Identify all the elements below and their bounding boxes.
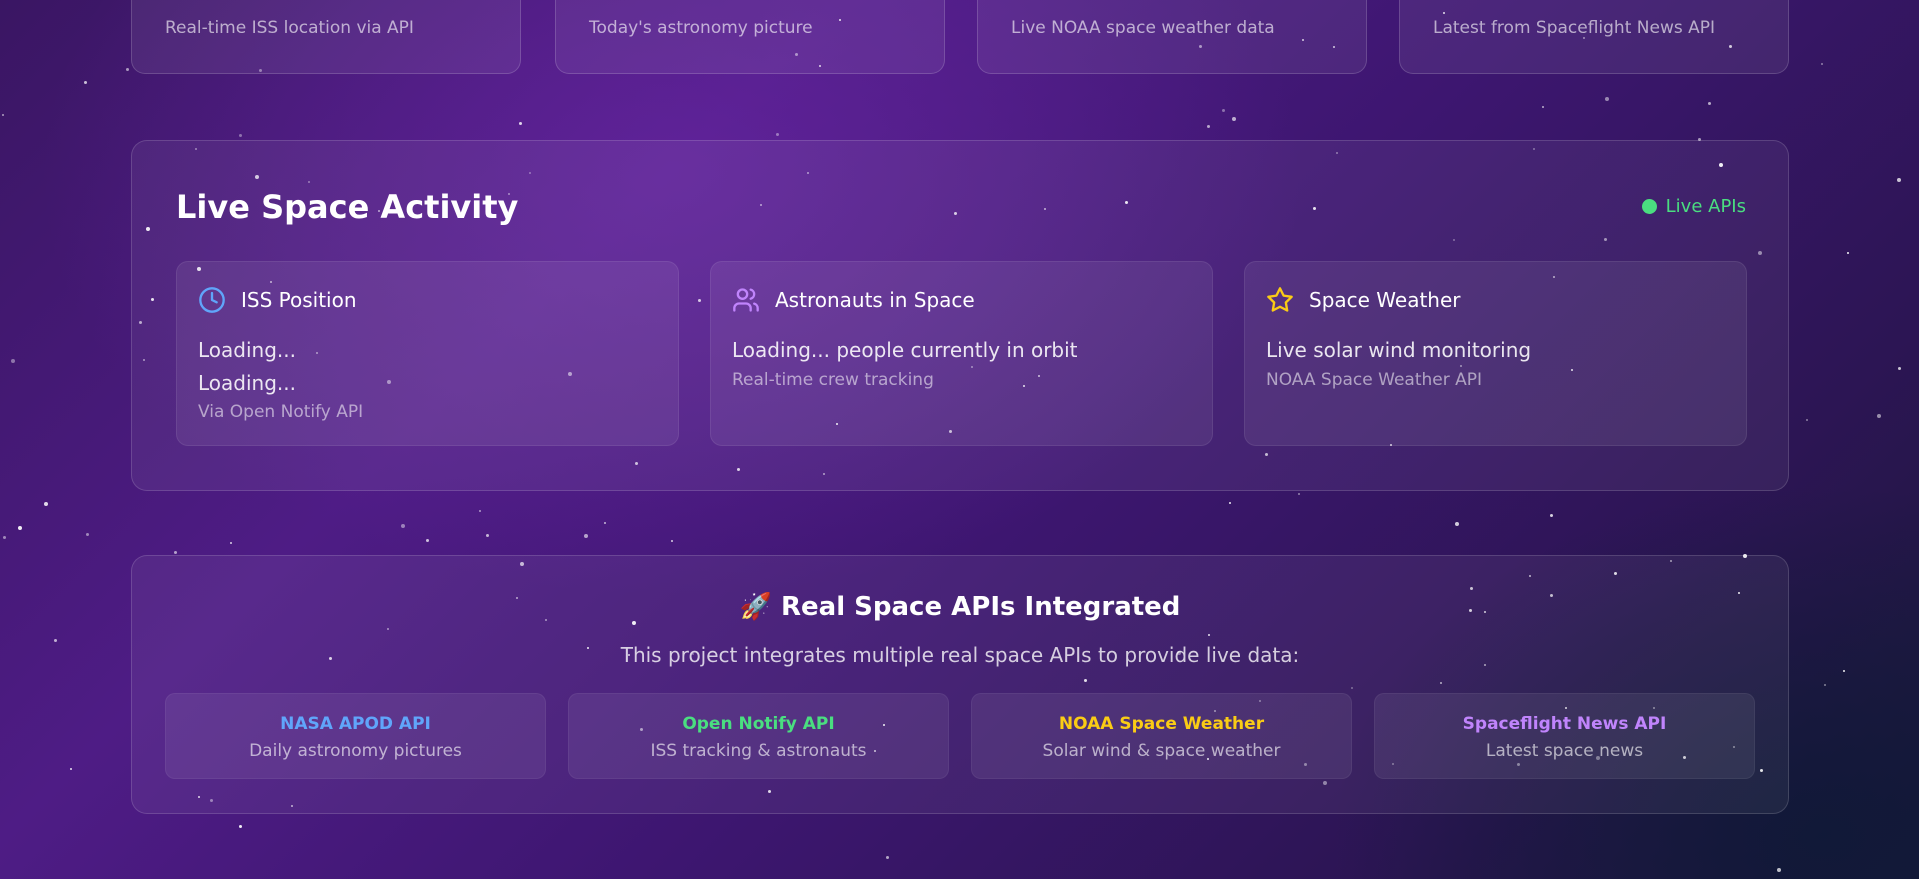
api-desc: ISS tracking & astronauts bbox=[650, 741, 867, 761]
api-desc: Daily astronomy pictures bbox=[249, 741, 462, 761]
star-dot bbox=[44, 502, 48, 506]
star-dot bbox=[1843, 670, 1845, 672]
feature-card-text: Today's astronomy picture bbox=[589, 18, 813, 38]
feature-card-apod[interactable]: Today's astronomy picture bbox=[555, 0, 945, 74]
star-dot bbox=[2, 114, 4, 116]
star-dot bbox=[1232, 117, 1236, 121]
star-dot bbox=[239, 825, 242, 828]
card-title: Astronauts in Space bbox=[775, 288, 975, 312]
api-card-spaceflight-news: Spaceflight News API Latest space news bbox=[1374, 693, 1755, 779]
api-name: NASA APOD API bbox=[280, 714, 431, 734]
star-dot bbox=[401, 524, 405, 528]
star-dot bbox=[1542, 106, 1544, 108]
star-dot bbox=[54, 639, 57, 642]
star-dot bbox=[1897, 178, 1901, 182]
star-dot bbox=[1298, 493, 1300, 495]
star-dot bbox=[126, 68, 129, 71]
feature-card-news[interactable]: Latest from Spaceflight News API bbox=[1399, 0, 1789, 74]
card-source: NOAA Space Weather API bbox=[1266, 370, 1483, 390]
feature-card-iss[interactable]: Real-time ISS location via API bbox=[131, 0, 521, 74]
star-dot bbox=[1222, 109, 1225, 112]
star-dot bbox=[18, 526, 22, 530]
live-apis-label: Live APIs bbox=[1665, 196, 1746, 217]
star-dot bbox=[1229, 502, 1231, 504]
star-dot bbox=[86, 533, 89, 536]
star-dot bbox=[584, 534, 588, 538]
star-dot bbox=[70, 768, 72, 770]
star-dot bbox=[230, 542, 232, 544]
apis-title: 🚀 Real Space APIs Integrated bbox=[132, 592, 1788, 622]
card-title: Space Weather bbox=[1309, 288, 1461, 312]
card-title: ISS Position bbox=[241, 288, 357, 312]
star-dot bbox=[886, 856, 889, 859]
apis-description: This project integrates multiple real sp… bbox=[620, 643, 1300, 667]
star-dot bbox=[426, 539, 429, 542]
api-card-nasa-apod: NASA APOD API Daily astronomy pictures bbox=[165, 693, 546, 779]
star-dot bbox=[11, 359, 15, 363]
star-dot bbox=[174, 551, 177, 554]
feature-card-text: Real-time ISS location via API bbox=[165, 18, 414, 38]
star-dot bbox=[3, 536, 6, 539]
feature-card-text: Latest from Spaceflight News API bbox=[1433, 18, 1716, 38]
api-desc: Latest space news bbox=[1485, 741, 1644, 761]
astronaut-count-value: Loading... people currently in orbit bbox=[732, 338, 1078, 362]
feature-card-weather[interactable]: Live NOAA space weather data bbox=[977, 0, 1367, 74]
star-dot bbox=[1847, 252, 1849, 254]
star-dot bbox=[1455, 522, 1459, 526]
card-source: Via Open Notify API bbox=[198, 402, 364, 422]
apis-title-text: Real Space APIs Integrated bbox=[781, 592, 1181, 622]
star-dot bbox=[1877, 414, 1881, 418]
star-dot bbox=[604, 522, 606, 524]
star-dot bbox=[479, 510, 481, 512]
star-dot bbox=[1605, 97, 1609, 101]
api-desc: Solar wind & space weather bbox=[1042, 741, 1281, 761]
feature-card-text: Live NOAA space weather data bbox=[1011, 18, 1275, 38]
star-icon bbox=[1267, 287, 1293, 312]
star-dot bbox=[671, 540, 673, 542]
rocket-icon: 🚀 bbox=[739, 592, 772, 622]
star-dot bbox=[486, 534, 489, 537]
api-name: Open Notify API bbox=[682, 714, 835, 734]
panel-title: Live Space Activity bbox=[176, 188, 519, 226]
solar-wind-value: Live solar wind monitoring bbox=[1266, 338, 1532, 362]
star-dot bbox=[1806, 419, 1808, 421]
card-source: Real-time crew tracking bbox=[732, 370, 934, 390]
users-icon bbox=[733, 288, 759, 312]
clock-icon bbox=[199, 287, 225, 313]
star-dot bbox=[1777, 868, 1781, 872]
live-apis-badge: Live APIs bbox=[1641, 196, 1746, 217]
feature-cards-row: Real-time ISS location via API Today's a… bbox=[131, 0, 1789, 74]
astronauts-card: Astronauts in Space Loading... people cu… bbox=[710, 261, 1213, 446]
star-dot bbox=[1898, 367, 1901, 370]
live-status-dot-icon bbox=[1641, 199, 1657, 214]
api-name: Spaceflight News API bbox=[1462, 714, 1667, 734]
api-card-open-notify: Open Notify API ISS tracking & astronaut… bbox=[568, 693, 949, 779]
api-card-noaa: NOAA Space Weather Solar wind & space we… bbox=[971, 693, 1352, 779]
star-dot bbox=[1821, 63, 1823, 65]
live-space-activity-panel: Live Space Activity Live APIs ISS Positi… bbox=[131, 140, 1789, 491]
star-dot bbox=[1550, 514, 1553, 517]
star-dot bbox=[1708, 102, 1711, 105]
iss-latitude-value: Loading... bbox=[198, 338, 296, 362]
iss-longitude-value: Loading... bbox=[198, 371, 296, 395]
star-dot bbox=[239, 134, 242, 137]
space-weather-card: Space Weather Live solar wind monitoring… bbox=[1244, 261, 1747, 446]
star-dot bbox=[519, 122, 522, 125]
star-dot bbox=[84, 81, 87, 84]
api-name: NOAA Space Weather bbox=[1058, 714, 1265, 734]
star-dot bbox=[1824, 684, 1826, 686]
star-dot bbox=[776, 133, 779, 136]
iss-position-card: ISS Position Loading... Loading... Via O… bbox=[176, 261, 679, 446]
star-dot bbox=[1207, 125, 1210, 128]
apis-integrated-panel: 🚀 Real Space APIs Integrated This projec… bbox=[131, 555, 1789, 814]
